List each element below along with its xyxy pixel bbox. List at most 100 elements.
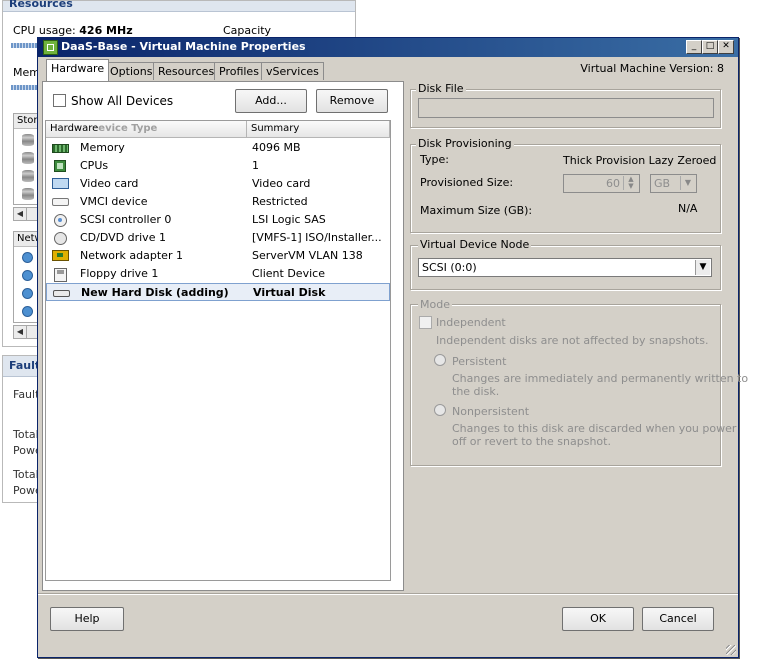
device-name: CPUs [80,159,109,172]
maximize-button[interactable]: □ [702,40,718,54]
virtual-device-node-value: SCSI (0:0) [422,261,477,274]
mode-legend: Mode [418,298,452,311]
provisioned-size-label: Provisioned Size: [420,176,514,189]
persistent-radio[interactable] [434,354,446,366]
add-button[interactable]: Add... [235,89,307,113]
resources-header: Resources [3,0,355,12]
cpu-usage-value: 426 MHz [79,24,133,37]
device-row[interactable]: Memory 4096 MB [46,139,390,157]
spinner-arrows-icon[interactable]: ▲ ▼ [623,176,638,190]
disk-file-field[interactable] [418,98,714,118]
network-adapter-icon [52,250,69,261]
network-icon [22,306,33,317]
virtual-device-node-legend: Virtual Device Node [418,238,532,251]
resize-grip-icon[interactable] [726,645,736,655]
video-card-icon [52,178,69,189]
device-row[interactable]: New Hard Disk (adding) Virtual Disk [46,283,390,301]
remove-button[interactable]: Remove [316,89,388,113]
help-button[interactable]: Help [50,607,124,631]
persistent-label[interactable]: Persistent [452,355,506,368]
nonpersistent-radio[interactable] [434,404,446,416]
column-hardware[interactable]: Hardwareevice Type [46,121,247,137]
ok-button[interactable]: OK [562,607,634,631]
provisioning-type-value: Thick Provision Lazy Zeroed [563,154,717,167]
device-name: SCSI controller 0 [80,213,172,226]
device-row[interactable]: SCSI controller 0 LSI Logic SAS [46,211,390,229]
independent-description: Independent disks are not affected by sn… [436,334,709,347]
persistent-description-line1: Changes are immediately and permanently … [452,372,749,385]
tab-vservices[interactable]: vServices [261,62,324,80]
provisioning-type-label: Type: [420,153,449,166]
max-size-value: N/A [678,202,698,215]
device-row[interactable]: Floppy drive 1 Client Device [46,265,390,283]
floppy-icon [54,268,67,282]
cancel-button[interactable]: Cancel [642,607,714,631]
virtual-device-node-select[interactable]: SCSI (0:0) ▼ [418,258,712,277]
device-row[interactable]: CPUs 1 [46,157,390,175]
device-name: VMCI device [80,195,148,208]
tab-hardware[interactable]: Hardware [46,59,110,81]
network-icon [22,288,33,299]
show-all-devices-checkbox[interactable] [53,94,66,107]
device-summary: [VMFS-1] ISO/Installer... [252,231,382,244]
datastore-icon [22,170,34,182]
device-name: New Hard Disk (adding) [81,286,229,299]
device-summary: Restricted [252,195,308,208]
device-name: Video card [80,177,139,190]
device-summary: Video card [252,177,311,190]
independent-label[interactable]: Independent [436,316,506,329]
chevron-down-icon[interactable]: ▼ [680,176,695,190]
total-label: Total [13,468,39,481]
device-row[interactable]: CD/DVD drive 1 [VMFS-1] ISO/Installer... [46,229,390,247]
device-summary: 4096 MB [252,141,301,154]
device-summary: ServerVM VLAN 138 [252,249,363,262]
scroll-left-icon[interactable]: ◀ [14,208,27,220]
disk-file-legend: Disk File [416,82,466,95]
datastore-icon [22,134,34,146]
scsi-controller-icon [54,214,67,227]
device-name: CD/DVD drive 1 [80,231,166,244]
vsphere-app-icon [43,40,58,55]
device-summary: Client Device [252,267,325,280]
device-row[interactable]: VMCI device Restricted [46,193,390,211]
persistent-description-line2: the disk. [452,385,500,398]
memory-icon [52,144,69,153]
vmci-icon [52,198,69,206]
show-all-devices-label[interactable]: Show All Devices [71,94,173,108]
tab-profiles[interactable]: Profiles [214,62,264,80]
total-label: Total [13,428,39,441]
device-list[interactable]: Hardwareevice Type Summary Memory 4096 MB… [45,120,391,581]
tab-options[interactable]: Options [105,62,158,80]
independent-checkbox[interactable] [419,316,432,329]
chevron-down-icon[interactable]: ▼ [695,260,710,275]
vm-version: Virtual Machine Version: 8 [580,62,724,75]
network-icon [22,270,33,281]
tab-resources[interactable]: Resources [153,62,220,80]
column-drag-ghost: evice Type [98,123,158,134]
nonpersistent-description-line1: Changes to this disk are discarded when … [452,422,737,435]
close-button[interactable]: ✕ [718,40,734,54]
device-row[interactable]: Video card Video card [46,175,390,193]
scroll-left-icon[interactable]: ◀ [14,326,27,338]
minimize-button[interactable]: _ [686,40,702,54]
cpu-usage: CPU usage: 426 MHz [13,24,133,37]
device-list-header: Hardwareevice Type Summary [46,121,390,138]
nonpersistent-description-line2: off or revert to the snapshot. [452,435,611,448]
network-icon [22,252,33,263]
dialog-title: DaaS-Base - Virtual Machine Properties [61,40,306,53]
device-summary: LSI Logic SAS [252,213,326,226]
size-unit-select[interactable]: GB ▼ [650,174,697,193]
provisioned-size-spinner[interactable]: 60 ▲ ▼ [563,174,640,193]
capacity-label: Capacity [223,24,272,37]
fault-label: Fault [13,388,40,401]
max-size-label: Maximum Size (GB): [420,204,533,217]
device-summary: 1 [252,159,259,172]
dialog-titlebar[interactable]: DaaS-Base - Virtual Machine Properties _… [38,38,738,57]
nonpersistent-label[interactable]: Nonpersistent [452,405,529,418]
cd-dvd-icon [54,232,67,245]
device-row[interactable]: Network adapter 1 ServerVM VLAN 138 [46,247,390,265]
provisioned-size-value[interactable]: 60 [606,177,620,190]
column-summary[interactable]: Summary [247,121,390,137]
hardware-tab-page: Show All Devices Add... Remove Hardwaree… [42,81,404,591]
device-name: Memory [80,141,125,154]
